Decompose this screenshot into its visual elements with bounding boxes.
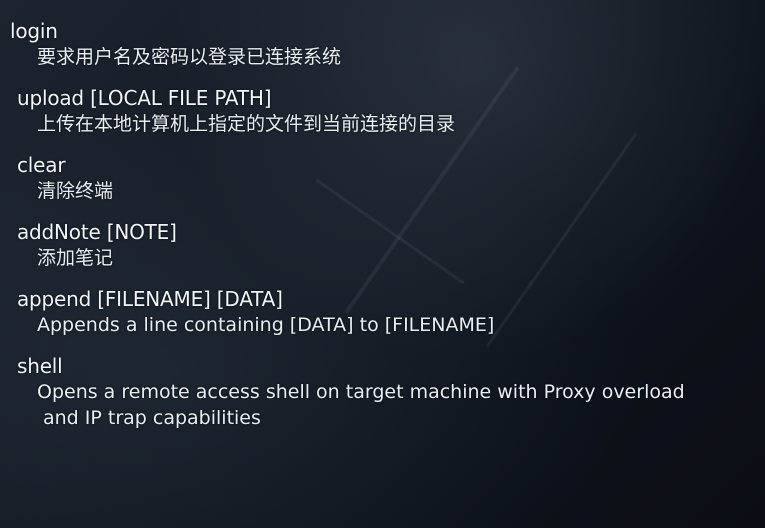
command-description-continued: and IP trap capabilities [43, 407, 261, 429]
command-name: upload [LOCAL FILE PATH] [17, 86, 272, 110]
command-entry-upload: upload [LOCAL FILE PATH] 上传在本地计算机上指定的文件到… [10, 85, 755, 137]
command-name: shell [17, 354, 63, 378]
command-description: Opens a remote access shell on target ma… [37, 381, 685, 403]
command-description: 清除终端 [37, 180, 114, 202]
command-name: addNote [NOTE] [17, 220, 177, 244]
command-help-list: login 要求用户名及密码以登录已连接系统 upload [LOCAL FIL… [10, 18, 755, 446]
command-description: 添加笔记 [37, 247, 114, 269]
command-entry-shell: shell Opens a remote access shell on tar… [10, 353, 755, 431]
command-entry-clear: clear 清除终端 [10, 152, 755, 204]
command-entry-login: login 要求用户名及密码以登录已连接系统 [10, 18, 755, 70]
command-entry-append: append [FILENAME] [DATA] Appends a line … [10, 286, 755, 338]
command-description: 上传在本地计算机上指定的文件到当前连接的目录 [37, 113, 456, 135]
command-description: 要求用户名及密码以登录已连接系统 [37, 46, 342, 68]
command-name: append [FILENAME] [DATA] [17, 287, 283, 311]
command-entry-addnote: addNote [NOTE] 添加笔记 [10, 219, 755, 271]
command-name: login [10, 19, 58, 43]
command-description: Appends a line containing [DATA] to [FIL… [37, 314, 495, 336]
command-name: clear [17, 153, 66, 177]
